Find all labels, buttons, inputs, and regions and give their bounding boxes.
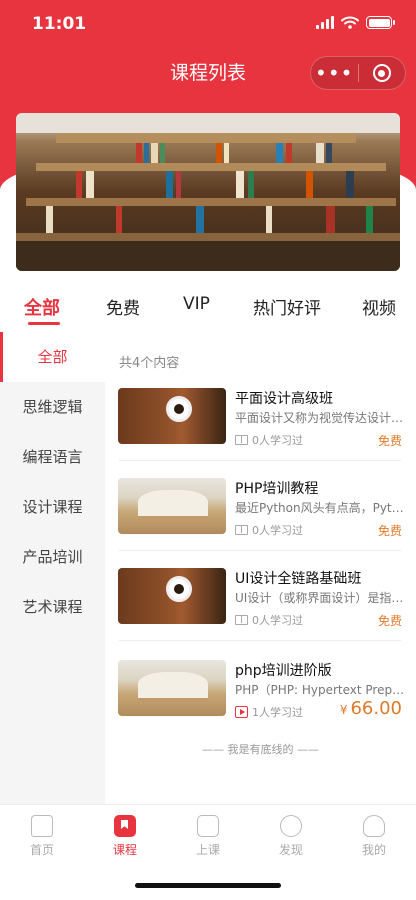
course-title: UI设计全链路基础班 — [235, 571, 362, 587]
price-value: 66.00 — [350, 698, 402, 719]
course-item[interactable]: php培训进阶版 PHP（PHP: Hypertext Preproc... 1… — [105, 660, 416, 750]
course-thumbnail — [118, 660, 226, 716]
sidebar-item-design[interactable]: 设计课程 — [0, 482, 105, 532]
tab-vip[interactable]: VIP — [183, 294, 210, 314]
course-meta: 0人学习过 — [235, 432, 303, 448]
filter-tabs: 全部 免费 VIP 热门好评 视频 — [0, 288, 416, 326]
tabbar-discover[interactable]: 发现 — [261, 815, 321, 858]
profile-icon — [363, 815, 385, 837]
book-icon — [235, 615, 248, 625]
learner-count: 1人学习过 — [252, 706, 303, 719]
home-icon — [31, 815, 53, 837]
tabbar-me[interactable]: 我的 — [344, 815, 404, 858]
tab-active-indicator — [28, 322, 60, 325]
course-price: 免费 — [377, 524, 402, 538]
category-sidebar: 全部 思维逻辑 编程语言 设计课程 产品培训 艺术课程 — [0, 332, 105, 804]
tabbar-home[interactable]: 首页 — [12, 815, 72, 858]
course-thumbnail — [118, 388, 226, 444]
tabbar-label: 上课 — [195, 843, 220, 857]
learner-count: 0人学习过 — [252, 524, 303, 537]
course-item[interactable]: 平面设计高级班 平面设计又称为视觉传达设计，... 0人学习过 免费 — [105, 388, 416, 478]
sidebar-item-all[interactable]: 全部 — [0, 332, 105, 382]
tab-top-rated[interactable]: 热门好评 — [253, 294, 321, 319]
course-thumbnail — [118, 568, 226, 624]
bookshelf-illustration — [16, 113, 400, 271]
currency-symbol: ¥ — [339, 703, 348, 717]
tabbar-label: 我的 — [361, 843, 386, 857]
course-price: ¥66.00 — [340, 698, 402, 719]
tab-all[interactable]: 全部 — [24, 294, 60, 320]
course-desc: 平面设计又称为视觉传达设计，... — [235, 411, 405, 425]
course-item[interactable]: PHP培训教程 最近Python风头有点高，Pytho... 0人学习过 免费 — [105, 478, 416, 568]
book-icon — [235, 525, 248, 535]
tabbar-label: 课程 — [112, 843, 137, 857]
course-meta: 0人学习过 — [235, 612, 303, 628]
course-desc: PHP（PHP: Hypertext Preproc... — [235, 683, 405, 697]
tabbar-label: 首页 — [29, 843, 54, 857]
tab-free[interactable]: 免费 — [106, 294, 140, 319]
learner-count: 0人学习过 — [252, 614, 303, 627]
end-of-list-text: —— 我是有底线的 —— — [202, 743, 319, 756]
status-bar: 11:01 — [0, 0, 416, 48]
class-board-icon — [197, 815, 219, 837]
sidebar-item-logic[interactable]: 思维逻辑 — [0, 382, 105, 432]
divider — [119, 460, 401, 461]
sidebar-item-programming[interactable]: 编程语言 — [0, 432, 105, 482]
wifi-icon — [341, 16, 359, 29]
course-price: 免费 — [377, 614, 402, 628]
tabbar-courses[interactable]: 课程 — [95, 815, 155, 858]
course-title: 平面设计高级班 — [235, 391, 333, 407]
course-desc: UI设计（或称界面设计）是指对... — [235, 591, 405, 605]
miniapp-capsule[interactable]: ••• — [310, 56, 406, 90]
tabbar-class[interactable]: 上课 — [178, 815, 238, 858]
course-meta: 0人学习过 — [235, 522, 303, 538]
banner-image[interactable] — [16, 113, 400, 271]
bookmark-icon — [114, 815, 136, 837]
sidebar-item-art[interactable]: 艺术课程 — [0, 582, 105, 632]
home-indicator — [135, 883, 281, 888]
sidebar-item-product[interactable]: 产品培训 — [0, 532, 105, 582]
course-desc: 最近Python风头有点高，Pytho... — [235, 501, 405, 515]
course-title: PHP培训教程 — [235, 481, 319, 497]
tabbar-label: 发现 — [278, 843, 303, 857]
course-item[interactable]: UI设计全链路基础班 UI设计（或称界面设计）是指对... 0人学习过 免费 — [105, 568, 416, 658]
course-title: php培训进阶版 — [235, 663, 332, 679]
play-icon — [235, 706, 248, 718]
status-icons — [316, 16, 395, 29]
divider — [119, 550, 401, 551]
divider — [119, 640, 401, 641]
more-dots-icon[interactable]: ••• — [311, 58, 358, 88]
book-icon — [235, 435, 248, 445]
learner-count: 0人学习过 — [252, 434, 303, 447]
signal-icon — [316, 16, 334, 29]
content-count: 共4个内容 — [119, 356, 180, 371]
discover-planet-icon — [280, 815, 302, 837]
course-thumbnail — [118, 478, 226, 534]
battery-icon — [366, 16, 395, 29]
course-price: 免费 — [377, 434, 402, 448]
target-circle-icon[interactable] — [359, 64, 406, 82]
tab-video[interactable]: 视频 — [362, 294, 396, 319]
status-time: 11:01 — [32, 14, 87, 34]
course-meta: 1人学习过 — [235, 704, 303, 720]
